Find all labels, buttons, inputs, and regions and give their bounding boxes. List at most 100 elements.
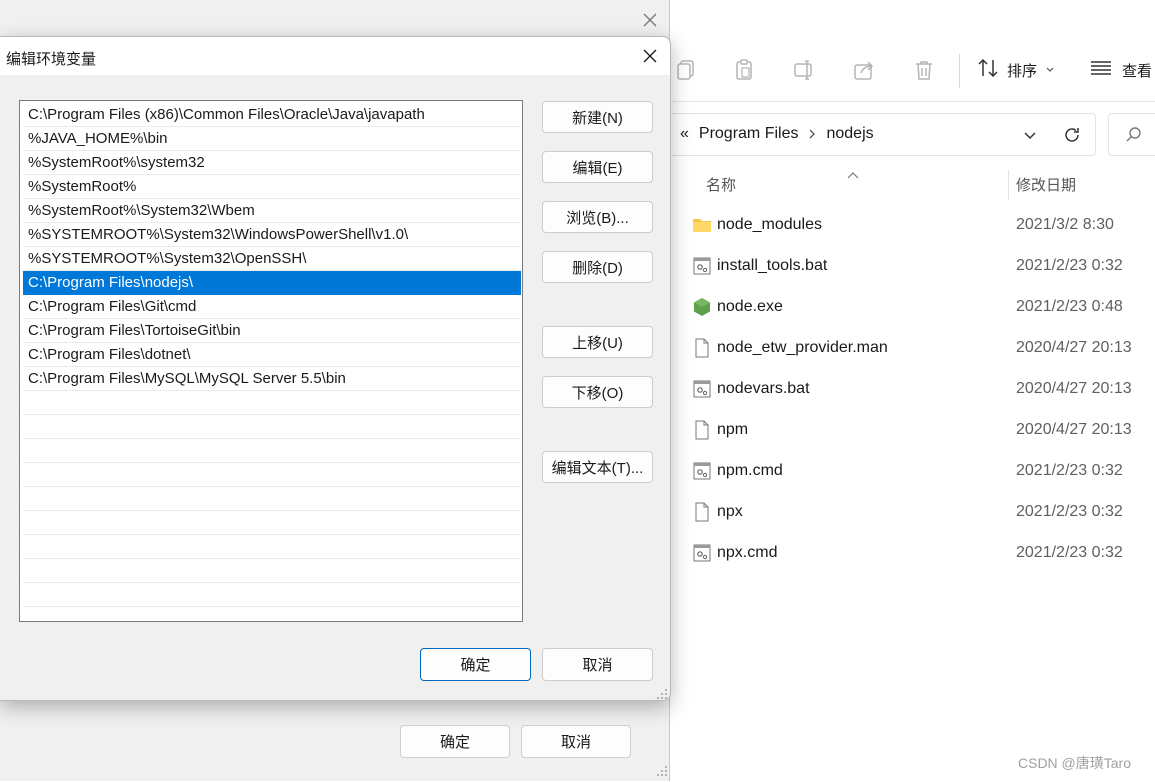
file-list-item[interactable]: node_modules 2021/3/2 8:30 [672, 205, 1155, 246]
delete-button[interactable]: 删除(D) [542, 251, 653, 283]
browse-button[interactable]: 浏览(B)... [542, 201, 653, 233]
nodejs-icon [692, 297, 712, 317]
close-icon[interactable] [640, 10, 660, 30]
file-icon [692, 338, 712, 358]
file-icon [692, 502, 712, 522]
empty-list-row[interactable] [23, 559, 521, 583]
toolbar-divider [959, 54, 960, 88]
back-ok-button[interactable]: 确定 [400, 725, 510, 758]
file-list-item[interactable]: install_tools.bat 2021/2/23 0:32 [672, 246, 1155, 287]
chevron-down-icon [1045, 62, 1055, 79]
file-date: 2021/2/23 0:32 [1016, 462, 1123, 479]
new-button[interactable]: 新建(N) [542, 101, 653, 133]
file-date: 2021/2/23 0:32 [1016, 257, 1123, 274]
file-name: node_etw_provider.man [717, 339, 888, 356]
paste-icon[interactable] [732, 58, 756, 82]
batch-file-icon [692, 379, 712, 399]
path-list-item[interactable]: C:\Program Files\dotnet\ [23, 343, 521, 367]
batch-file-icon [692, 461, 712, 481]
path-list-item[interactable]: %SystemRoot%\system32 [23, 151, 521, 175]
breadcrumb-item-nodejs[interactable]: nodejs [826, 125, 873, 143]
path-list-item[interactable]: %SYSTEMROOT%\System32\WindowsPowerShell\… [23, 223, 521, 247]
file-date: 2021/2/23 0:32 [1016, 544, 1123, 561]
path-list-item[interactable]: C:\Program Files\nodejs\ [23, 271, 521, 295]
sort-button[interactable]: 排序 [977, 58, 1055, 82]
path-listbox[interactable]: C:\Program Files (x86)\Common Files\Orac… [19, 100, 523, 622]
move-down-button[interactable]: 下移(O) [542, 376, 653, 408]
view-list-icon [1090, 57, 1112, 83]
path-list-item[interactable]: C:\Program Files\MySQL\MySQL Server 5.5\… [23, 367, 521, 391]
breadcrumb-overflow[interactable]: « [680, 125, 689, 143]
sort-label: 排序 [1007, 62, 1038, 80]
folder-icon [692, 215, 712, 235]
file-name: nodevars.bat [717, 380, 810, 397]
empty-list-row[interactable] [23, 535, 521, 559]
file-list-item[interactable]: node_etw_provider.man 2020/4/27 20:13 [672, 328, 1155, 369]
edit-environment-variable-dialog: 编辑环境变量 C:\Program Files (x86)\Common Fil… [0, 36, 671, 701]
file-list-item[interactable]: node.exe 2021/2/23 0:48 [672, 287, 1155, 328]
path-list-item[interactable]: C:\Program Files\TortoiseGit\bin [23, 319, 521, 343]
close-icon[interactable] [640, 46, 660, 66]
empty-list-row[interactable] [23, 463, 521, 487]
file-date: 2020/4/27 20:13 [1016, 421, 1132, 438]
empty-list-row[interactable] [23, 511, 521, 535]
view-button[interactable]: 查看 [1090, 58, 1152, 82]
cancel-button[interactable]: 取消 [542, 648, 653, 681]
resize-grip-icon[interactable] [656, 687, 668, 705]
empty-list-row[interactable] [23, 439, 521, 463]
path-list-item[interactable]: C:\Program Files (x86)\Common Files\Orac… [23, 103, 521, 127]
path-list-item[interactable]: %SystemRoot% [23, 175, 521, 199]
address-bar[interactable]: « Program Files nodejs [672, 113, 1096, 156]
refresh-icon[interactable] [1062, 125, 1082, 150]
empty-list-row[interactable] [23, 487, 521, 511]
column-divider[interactable] [1008, 170, 1009, 200]
batch-file-icon [692, 256, 712, 276]
file-list-item[interactable]: nodevars.bat 2020/4/27 20:13 [672, 369, 1155, 410]
column-header-date[interactable]: 修改日期 [1016, 163, 1076, 205]
file-date: 2021/3/2 8:30 [1016, 216, 1114, 233]
delete-icon[interactable] [912, 58, 936, 82]
copy-icon[interactable] [674, 58, 698, 82]
rename-icon[interactable] [792, 58, 816, 82]
file-date: 2020/4/27 20:13 [1016, 339, 1132, 356]
breadcrumb: « Program Files nodejs [680, 125, 874, 143]
empty-list-row[interactable] [23, 391, 521, 415]
path-list-item[interactable]: %JAVA_HOME%\bin [23, 127, 521, 151]
file-name: npx [717, 503, 743, 520]
empty-list-row[interactable] [23, 583, 521, 607]
watermark: CSDN @唐璜Taro [1018, 755, 1132, 771]
file-list-item[interactable]: npm.cmd 2021/2/23 0:32 [672, 451, 1155, 492]
path-list-item[interactable]: %SYSTEMROOT%\System32\OpenSSH\ [23, 247, 521, 271]
share-icon[interactable] [852, 58, 876, 82]
edit-text-button[interactable]: 编辑文本(T)... [542, 451, 653, 483]
dialog-titlebar[interactable]: 编辑环境变量 [0, 37, 670, 75]
file-name: npm.cmd [717, 462, 783, 479]
edit-button[interactable]: 编辑(E) [542, 151, 653, 183]
batch-file-icon [692, 543, 712, 563]
column-header-name[interactable]: 名称 [706, 163, 736, 205]
file-list-item[interactable]: npx.cmd 2021/2/23 0:32 [672, 533, 1155, 574]
empty-list-row[interactable] [23, 415, 521, 439]
dialog-title: 编辑环境变量 [6, 51, 97, 68]
back-cancel-button[interactable]: 取消 [521, 725, 631, 758]
sort-icon [977, 57, 999, 83]
file-name: npm [717, 421, 749, 438]
file-date: 2020/4/27 20:13 [1016, 380, 1132, 397]
explorer-toolbar: 排序 查看 [672, 38, 1155, 102]
file-date: 2021/2/23 0:48 [1016, 298, 1123, 315]
file-date: 2021/2/23 0:32 [1016, 503, 1123, 520]
path-list-item[interactable]: C:\Program Files\Git\cmd [23, 295, 521, 319]
address-dropdown-icon[interactable] [1022, 127, 1038, 148]
ok-button[interactable]: 确定 [420, 648, 531, 681]
path-list-item[interactable]: %SystemRoot%\System32\Wbem [23, 199, 521, 223]
file-name: npx.cmd [717, 544, 778, 561]
file-list-item[interactable]: npm 2020/4/27 20:13 [672, 410, 1155, 451]
file-name: node.exe [717, 298, 783, 315]
move-up-button[interactable]: 上移(U) [542, 326, 653, 358]
resize-grip-icon[interactable] [656, 764, 668, 782]
search-input[interactable] [1108, 113, 1155, 156]
breadcrumb-item-program-files[interactable]: Program Files [699, 125, 799, 143]
view-label: 查看 [1122, 62, 1153, 80]
file-list-item[interactable]: npx 2021/2/23 0:32 [672, 492, 1155, 533]
chevron-right-icon [808, 127, 816, 142]
